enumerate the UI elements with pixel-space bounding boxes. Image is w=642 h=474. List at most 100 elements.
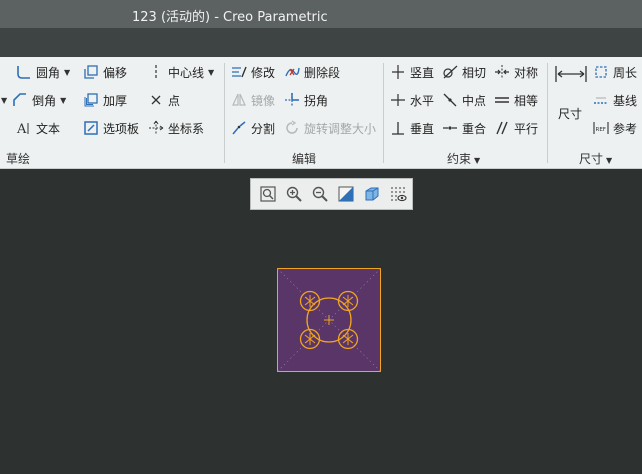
modify-label: 修改 — [251, 65, 276, 80]
perpendicular-constraint-button[interactable]: 垂直 — [389, 117, 434, 139]
palette-icon — [82, 119, 100, 137]
chamfer-icon — [11, 91, 29, 109]
coincident-icon — [441, 119, 459, 137]
sketch-display-icon[interactable] — [386, 182, 410, 206]
baseline-button[interactable]: 基线 — [592, 89, 637, 111]
perimeter-icon — [592, 63, 610, 81]
vertical-constraint-button[interactable]: 竖直 — [389, 61, 434, 83]
reference-label: 参考 — [613, 121, 638, 136]
title-bar: 123 (活动的) - Creo Parametric — [0, 0, 642, 28]
display-style-icon[interactable] — [360, 182, 384, 206]
equal-icon — [493, 91, 511, 109]
text-icon: A — [15, 119, 33, 137]
chamfer-label: 倒角 — [32, 93, 57, 108]
corner-button[interactable]: 拐角 — [283, 89, 328, 111]
sketch-group-label: 草绘 — [6, 152, 31, 166]
symmetric-constraint-button[interactable]: 对称 — [493, 61, 538, 83]
parallel-constraint-button[interactable]: 平行 — [493, 117, 538, 139]
group-divider — [224, 63, 225, 163]
delete-segment-icon — [283, 63, 301, 81]
horizontal-icon — [389, 91, 407, 109]
baseline-icon — [592, 91, 610, 109]
palette-label: 选项板 — [103, 121, 140, 136]
rotate-resize-label: 旋转调整大小 — [304, 121, 377, 136]
chevron-down-icon: ▼ — [64, 67, 71, 77]
tangent-label: 相切 — [462, 65, 487, 80]
coincident-label: 重合 — [462, 121, 487, 136]
view-toolbar — [250, 178, 413, 210]
offset-button[interactable]: 偏移 — [82, 61, 127, 83]
text-button[interactable]: A 文本 — [15, 117, 60, 139]
dimension-label: 尺寸 — [558, 106, 583, 121]
reference-icon: REF — [592, 119, 610, 137]
fillet-button[interactable]: 圆角 ▼ — [15, 61, 70, 83]
constrain-group-label[interactable]: 约束 ▼ — [447, 150, 480, 167]
vertical-label: 竖直 — [410, 65, 435, 80]
point-button[interactable]: 点 — [147, 89, 180, 111]
midpoint-icon — [441, 91, 459, 109]
dimension-icon — [554, 64, 588, 84]
zoom-fit-icon[interactable] — [256, 182, 280, 206]
midpoint-constraint-button[interactable]: 中点 — [441, 89, 486, 111]
coincident-constraint-button[interactable]: 重合 — [441, 117, 486, 139]
tangent-icon — [441, 63, 459, 81]
dimension-button[interactable]: 尺寸 — [558, 102, 582, 124]
corner-label: 拐角 — [304, 93, 329, 108]
chamfer-button[interactable]: ▼ 倒角 ▼ — [1, 89, 66, 111]
tangent-constraint-button[interactable]: 相切 — [441, 61, 486, 83]
repaint-icon[interactable] — [334, 182, 358, 206]
text-label: 文本 — [36, 121, 61, 136]
divide-button[interactable]: 分割 — [230, 117, 275, 139]
parallel-icon — [493, 119, 511, 137]
coord-system-icon — [147, 119, 165, 137]
sketch-geometry[interactable] — [277, 268, 381, 372]
edit-group-label: 编辑 — [292, 152, 317, 166]
horizontal-label: 水平 — [410, 93, 435, 108]
palette-button[interactable]: 选项板 — [82, 117, 139, 139]
chevron-down-icon: ▼ — [208, 67, 215, 77]
thicken-icon — [82, 91, 100, 109]
chevron-down-icon: ▼ — [474, 156, 481, 165]
svg-text:REF: REF — [596, 127, 606, 133]
vertical-icon — [389, 63, 407, 81]
coord-system-button[interactable]: 坐标系 — [147, 117, 204, 139]
baseline-label: 基线 — [613, 93, 638, 108]
mirror-icon — [230, 91, 248, 109]
centerline-button[interactable]: 中心线 ▼ — [147, 61, 214, 83]
perimeter-label: 周长 — [613, 65, 638, 80]
point-icon — [147, 91, 165, 109]
mirror-button[interactable]: 镜像 — [230, 89, 275, 111]
horizontal-constraint-button[interactable]: 水平 — [389, 89, 434, 111]
centerline-label: 中心线 — [168, 65, 205, 80]
reference-button[interactable]: REF 参考 — [592, 117, 637, 139]
chevron-down-icon: ▼ — [60, 95, 67, 105]
group-divider — [383, 63, 384, 163]
thicken-button[interactable]: 加厚 — [82, 89, 127, 111]
equal-label: 相等 — [514, 93, 539, 108]
symmetric-label: 对称 — [514, 65, 539, 80]
perimeter-button[interactable]: 周长 — [592, 61, 637, 83]
ribbon-tab-bar — [0, 28, 642, 57]
offset-label: 偏移 — [103, 65, 128, 80]
delete-segment-label: 删除段 — [304, 65, 341, 80]
fillet-icon — [15, 63, 33, 81]
corner-icon — [283, 91, 301, 109]
group-divider — [547, 63, 548, 163]
perpendicular-icon — [389, 119, 407, 137]
delete-segment-button[interactable]: 删除段 — [283, 61, 340, 83]
zoom-out-icon[interactable] — [308, 182, 332, 206]
rotate-resize-button[interactable]: 旋转调整大小 — [283, 117, 376, 139]
svg-text:A: A — [16, 122, 27, 136]
equal-constraint-button[interactable]: 相等 — [493, 89, 538, 111]
modify-button[interactable]: 修改 — [230, 61, 275, 83]
centerline-icon — [147, 63, 165, 81]
point-label: 点 — [168, 93, 181, 108]
dimension-group-label[interactable]: 尺寸 ▼ — [579, 150, 612, 167]
window-title: 123 (活动的) - Creo Parametric — [132, 10, 328, 25]
zoom-in-icon[interactable] — [282, 182, 306, 206]
parallel-label: 平行 — [514, 121, 539, 136]
coord-system-label: 坐标系 — [168, 121, 205, 136]
symmetric-icon — [493, 63, 511, 81]
modify-icon — [230, 63, 248, 81]
perpendicular-label: 垂直 — [410, 121, 435, 136]
